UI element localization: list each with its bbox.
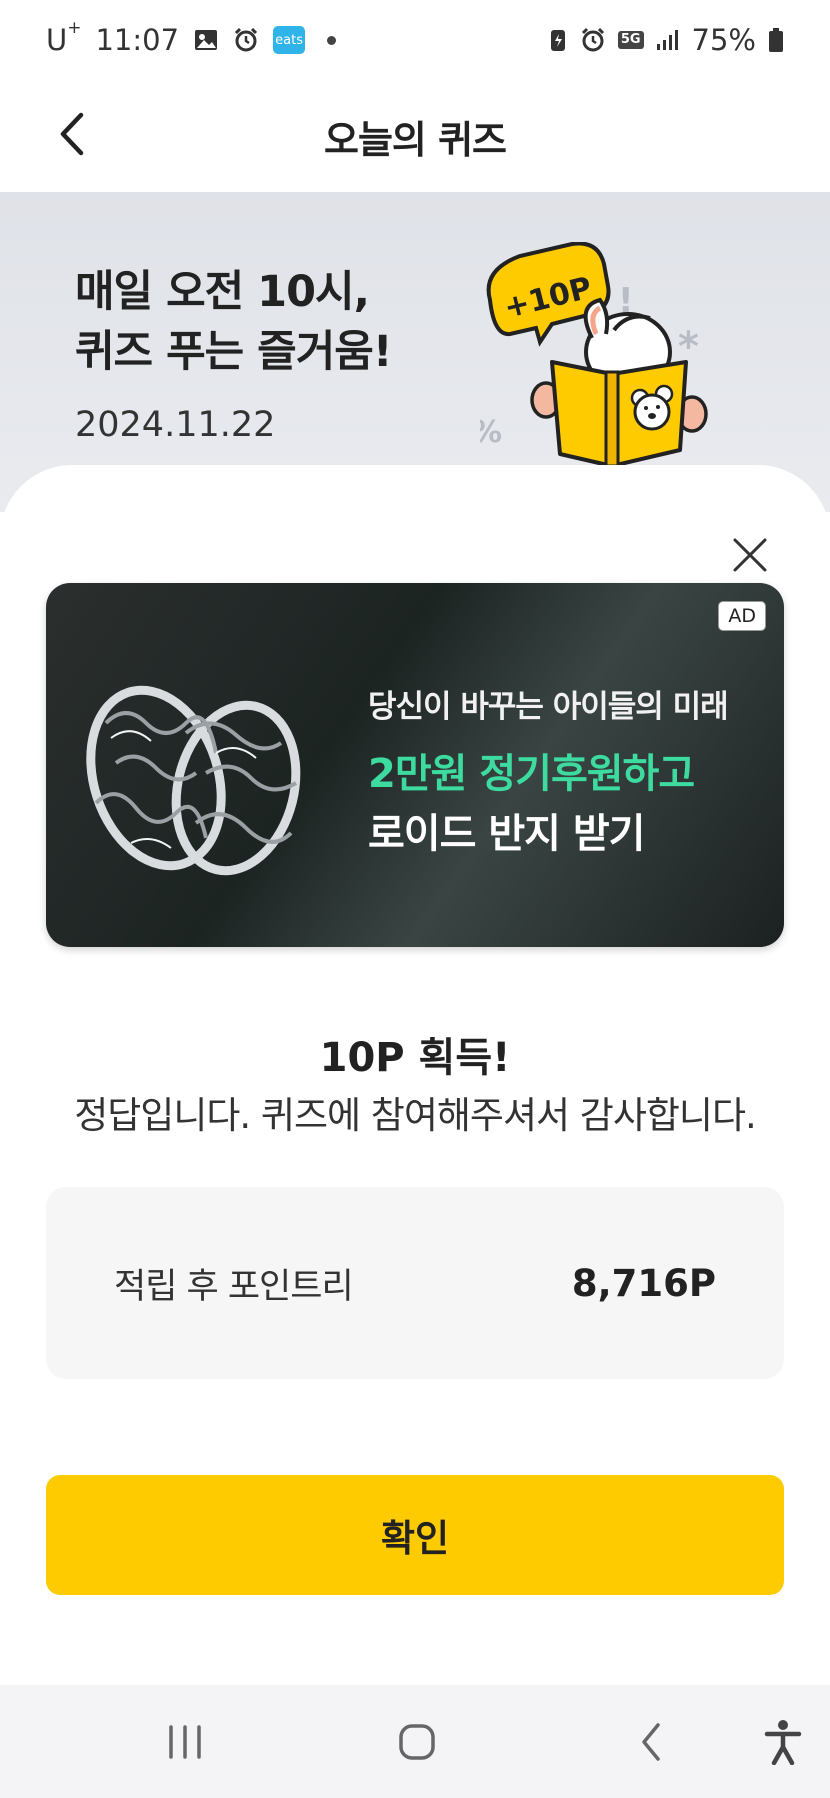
hero-title-line1: 매일 오전 10시, bbox=[75, 267, 370, 317]
recent-apps-icon bbox=[169, 1725, 201, 1759]
carrier-name: U bbox=[46, 23, 68, 57]
screen: U+ 11:07 eats 5G 75% 오늘의 퀴즈 매일 오전 10시, 퀴… bbox=[0, 0, 830, 1798]
gallery-icon bbox=[193, 27, 219, 53]
back-button[interactable] bbox=[40, 102, 104, 166]
back-nav-icon bbox=[642, 1723, 660, 1761]
accessibility-icon bbox=[764, 1720, 802, 1765]
rabbit-reading-book-illustration: +10P ! * % bbox=[480, 242, 708, 468]
home-icon bbox=[399, 1724, 435, 1760]
recent-apps-button[interactable] bbox=[150, 1707, 220, 1777]
ad-text-line3: 로이드 반지 받기 bbox=[368, 811, 645, 857]
ad-text-line2: 2만원 정기후원하고 bbox=[368, 751, 695, 797]
quiz-date: 2024.11.22 bbox=[75, 405, 276, 445]
battery-icon bbox=[768, 27, 784, 53]
quiz-hero: 매일 오전 10시, 퀴즈 푸는 즐거움! 2024.11.22 +10P ! … bbox=[0, 192, 830, 512]
point-balance-card: 적립 후 포인트리 8,716P bbox=[46, 1187, 784, 1379]
status-left: U+ 11:07 eats bbox=[46, 18, 337, 57]
page-title: 오늘의 퀴즈 bbox=[323, 117, 507, 162]
percent-decoration: % bbox=[480, 415, 502, 450]
status-bar: U+ 11:07 eats 5G 75% bbox=[0, 0, 830, 80]
system-nav-bar bbox=[0, 1685, 830, 1798]
balance-label: 적립 후 포인트리 bbox=[114, 1266, 354, 1307]
hero-title: 매일 오전 10시, 퀴즈 푸는 즐거움! bbox=[75, 262, 392, 382]
ad-banner[interactable]: AD 당신이 바꾸는 아이들의 미래 2만원 정기후원하고 로이드 반지 받기 bbox=[46, 583, 784, 947]
result-message: 정답입니다. 퀴즈에 참여해주셔서 감사합니다. bbox=[74, 1094, 757, 1137]
accessibility-button[interactable] bbox=[748, 1707, 818, 1777]
back-nav-button[interactable] bbox=[616, 1707, 686, 1777]
close-icon bbox=[733, 538, 767, 572]
chevron-left-icon bbox=[60, 112, 84, 156]
status-time: 11:07 bbox=[95, 23, 180, 57]
status-right: 5G 75% bbox=[548, 23, 784, 57]
home-button[interactable] bbox=[382, 1707, 452, 1777]
alarm-status-icon bbox=[580, 27, 606, 53]
confirm-button[interactable]: 확인 bbox=[46, 1475, 784, 1595]
hero-title-line2: 퀴즈 푸는 즐거움! bbox=[75, 327, 392, 377]
network-type-icon: 5G bbox=[617, 31, 644, 49]
notification-dot-icon bbox=[327, 35, 337, 45]
result-sheet: AD 당신이 바꾸는 아이들의 미래 2만원 정기후원하고 로이드 반지 받기 … bbox=[0, 465, 830, 1685]
ad-badge: AD bbox=[718, 601, 766, 631]
battery-saver-icon bbox=[548, 27, 568, 53]
battery-percent: 75% bbox=[691, 23, 756, 57]
alarm-icon bbox=[233, 27, 259, 53]
carrier-sup: + bbox=[67, 18, 82, 39]
ad-text-line1: 당신이 바꾸는 아이들의 미래 bbox=[368, 689, 729, 725]
balance-value: 8,716P bbox=[571, 1261, 716, 1305]
points-earned-title: 10P 획득! bbox=[319, 1035, 511, 1081]
carrier-label: U+ bbox=[46, 18, 81, 57]
signal-icon bbox=[656, 28, 680, 52]
app-header: 오늘의 퀴즈 bbox=[0, 80, 830, 192]
eats-app-icon: eats bbox=[273, 26, 306, 54]
silver-rings-image bbox=[86, 685, 301, 876]
close-button[interactable] bbox=[720, 525, 780, 585]
